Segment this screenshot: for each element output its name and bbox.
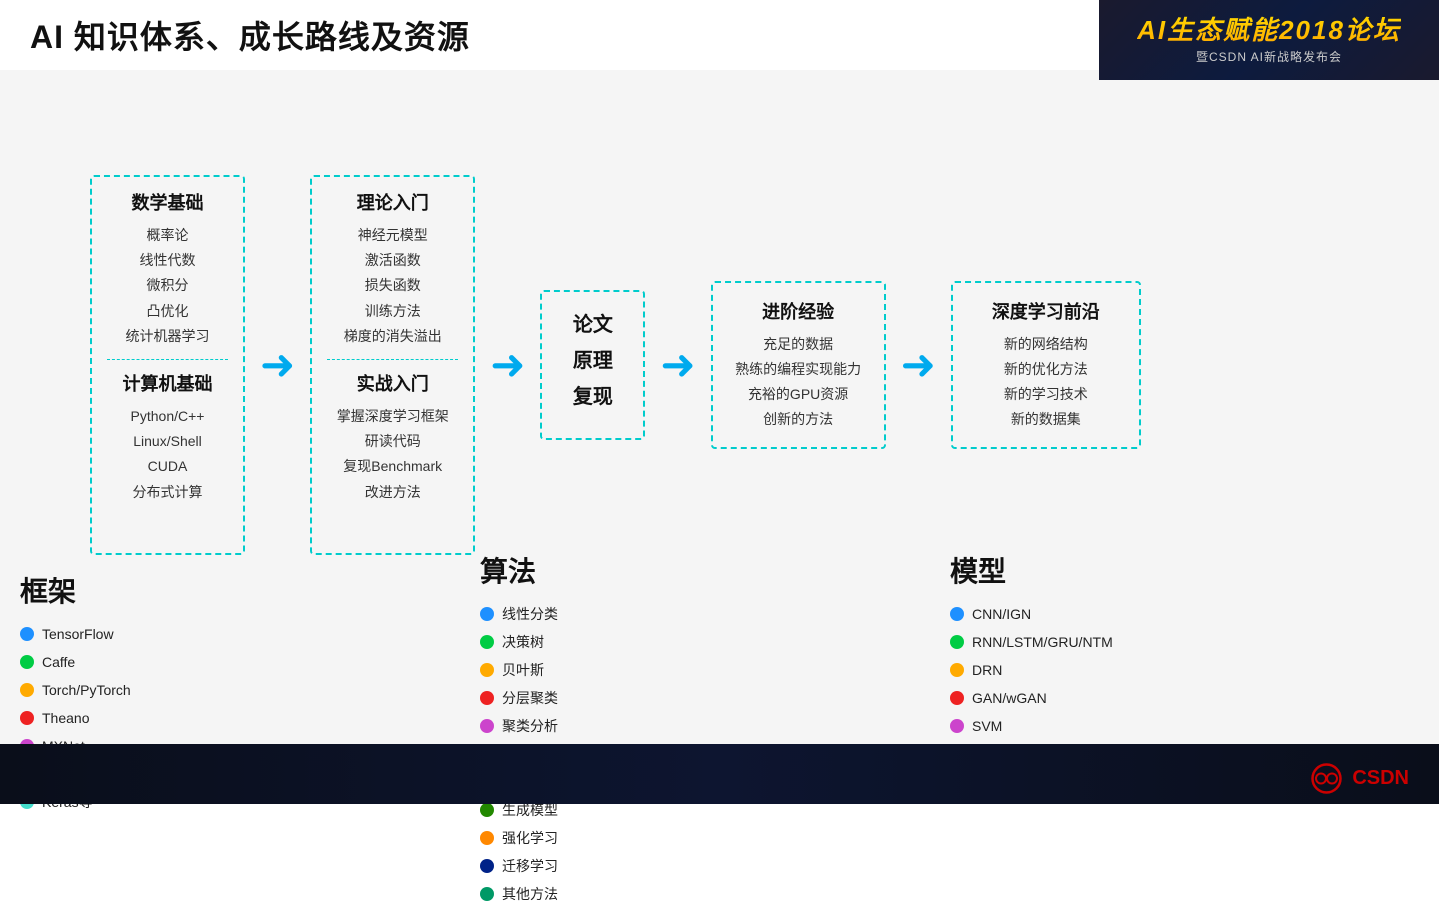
practice-title: 实战入门 <box>327 370 458 396</box>
arrow4: ➜ <box>901 344 936 386</box>
label-torch: Torch/PyTorch <box>42 676 131 704</box>
frontier-title: 深度学习前沿 <box>971 298 1121 324</box>
label-drn: DRN <box>972 656 1002 684</box>
csdn-logo-icon <box>1309 761 1344 796</box>
label-rnn: RNN/LSTM/GRU/NTM <box>972 628 1113 656</box>
box-fundamentals: 数学基础 概率论线性代数微积分凸优化统计机器学习 计算机基础 Python/C+… <box>90 175 245 555</box>
dot-gan <box>950 691 964 705</box>
algorithms-section: 算法 线性分类 决策树 贝叶斯 分层聚类 聚类分析 <box>480 550 760 908</box>
logo-area: AI生态赋能2018论坛 暨CSDN AI新战略发布会 <box>1099 0 1439 80</box>
dot-tensorflow <box>20 627 34 641</box>
list-item: GAN/wGAN <box>950 684 1330 712</box>
label-decision: 决策树 <box>502 628 544 656</box>
cs-section: 计算机基础 Python/C++Linux/ShellCUDA分布式计算 <box>107 370 228 505</box>
list-item: Caffe <box>20 648 340 676</box>
label-svm: SVM <box>972 712 1002 740</box>
dot-bayes <box>480 663 494 677</box>
bottom-bar: CSDN <box>0 744 1439 804</box>
label-cluster: 聚类分析 <box>502 712 558 740</box>
models-label: 模型 <box>950 550 1330 590</box>
arrow3: ➜ <box>660 344 695 386</box>
math-title: 数学基础 <box>107 189 228 215</box>
box-intro: 理论入门 神经元模型激活函数损失函数训练方法梯度的消失溢出 实战入门 掌握深度学… <box>310 175 475 555</box>
practice-section: 实战入门 掌握深度学习框架研读代码复现Benchmark改进方法 <box>327 370 458 505</box>
page-title: AI 知识体系、成长路线及资源 <box>30 12 470 58</box>
csdn-logo-area: CSDN <box>1309 761 1409 796</box>
label-hierarchical: 分层聚类 <box>502 684 558 712</box>
theory-items: 神经元模型激活函数损失函数训练方法梯度的消失溢出 <box>327 223 458 349</box>
paper-title: 论文原理复现 <box>573 307 613 415</box>
list-item: RNN/LSTM/GRU/NTM <box>950 628 1330 656</box>
list-item: DRN <box>950 656 1330 684</box>
list-item: 决策树 <box>480 628 760 656</box>
advanced-items: 充足的数据熟练的编程实现能力充裕的GPU资源创新的方法 <box>731 332 866 433</box>
math-section: 数学基础 概率论线性代数微积分凸优化统计机器学习 <box>107 189 228 349</box>
list-item: 分层聚类 <box>480 684 760 712</box>
label-linear: 线性分类 <box>502 600 558 628</box>
dot-other-algo <box>480 887 494 901</box>
theory-title: 理论入门 <box>327 189 458 215</box>
list-item: Torch/PyTorch <box>20 676 340 704</box>
cs-title: 计算机基础 <box>107 370 228 396</box>
label-cnn: CNN/IGN <box>972 600 1031 628</box>
list-item: 贝叶斯 <box>480 656 760 684</box>
flow-diagram: 数学基础 概率论线性代数微积分凸优化统计机器学习 计算机基础 Python/C+… <box>90 145 1419 585</box>
algorithms-label: 算法 <box>480 550 760 590</box>
box-paper: 论文原理复现 <box>540 290 645 440</box>
dot-decision <box>480 635 494 649</box>
dot-rnn <box>950 635 964 649</box>
logo-main: AI生态赋能2018论坛 <box>1137 15 1401 46</box>
label-theano: Theano <box>42 704 89 732</box>
list-item: Theano <box>20 704 340 732</box>
label-bayes: 贝叶斯 <box>502 656 544 684</box>
arrow2: ➜ <box>490 344 525 386</box>
logo-sub: 暨CSDN AI新战略发布会 <box>1196 48 1342 65</box>
label-other-algo: 其他方法 <box>502 880 558 908</box>
label-gan: GAN/wGAN <box>972 684 1047 712</box>
box-frontier: 深度学习前沿 新的网络结构新的优化方法新的学习技术新的数据集 <box>951 281 1141 450</box>
practice-items: 掌握深度学习框架研读代码复现Benchmark改进方法 <box>327 404 458 505</box>
label-tensorflow: TensorFlow <box>42 620 114 648</box>
list-item: 线性分类 <box>480 600 760 628</box>
dot-gen <box>480 803 494 817</box>
dot-theano <box>20 711 34 725</box>
dot-transfer <box>480 859 494 873</box>
label-caffe: Caffe <box>42 648 75 676</box>
list-item: TensorFlow <box>20 620 340 648</box>
dot-reinforce <box>480 831 494 845</box>
math-items: 概率论线性代数微积分凸优化统计机器学习 <box>107 223 228 349</box>
dot-svm <box>950 719 964 733</box>
list-item: 迁移学习 <box>480 852 760 880</box>
cs-items: Python/C++Linux/ShellCUDA分布式计算 <box>107 404 228 505</box>
frontier-items: 新的网络结构新的优化方法新的学习技术新的数据集 <box>971 332 1121 433</box>
advanced-title: 进阶经验 <box>731 298 866 324</box>
dot-caffe <box>20 655 34 669</box>
box-advanced: 进阶经验 充足的数据熟练的编程实现能力充裕的GPU资源创新的方法 <box>711 281 886 450</box>
dot-cluster <box>480 719 494 733</box>
dot-hierarchical <box>480 691 494 705</box>
label-transfer: 迁移学习 <box>502 852 558 880</box>
arrow1: ➜ <box>260 344 295 386</box>
dot-torch <box>20 683 34 697</box>
dot-drn <box>950 663 964 677</box>
csdn-text: CSDN <box>1352 767 1409 790</box>
list-item: 聚类分析 <box>480 712 760 740</box>
list-item: SVM <box>950 712 1330 740</box>
label-reinforce: 强化学习 <box>502 824 558 852</box>
theory-section: 理论入门 神经元模型激活函数损失函数训练方法梯度的消失溢出 <box>327 189 458 349</box>
dot-cnn <box>950 607 964 621</box>
dot-linear <box>480 607 494 621</box>
list-item: 其他方法 <box>480 880 760 908</box>
frameworks-label: 框架 <box>20 570 340 610</box>
list-item: 强化学习 <box>480 824 760 852</box>
list-item: CNN/IGN <box>950 600 1330 628</box>
main-content: 数学基础 概率论线性代数微积分凸优化统计机器学习 计算机基础 Python/C+… <box>0 70 1439 744</box>
